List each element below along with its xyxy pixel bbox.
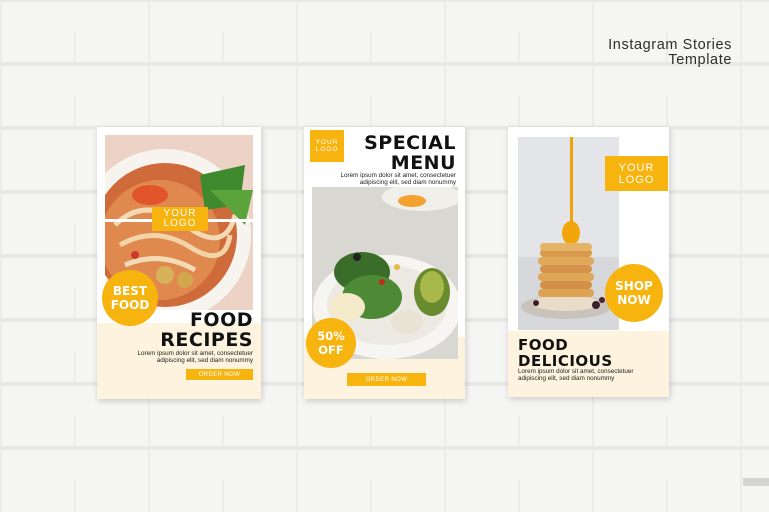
badge-line-2: NOW xyxy=(617,293,651,307)
logo-placeholder: YOUR LOGO xyxy=(152,207,208,231)
discount-badge: 50% OFF xyxy=(306,318,356,368)
card-description: Lorem ipsum dolor sit amet, consectetuer… xyxy=(341,172,457,186)
title-line-1: SPECIAL xyxy=(364,132,456,154)
story-card-food-delicious[interactable]: YOUR LOGO SHOP NOW FOOD DELICIOUS Lorem … xyxy=(508,127,669,397)
title-line-2: DELICIOUS xyxy=(518,352,613,370)
logo-text-line-2: LOGO xyxy=(315,146,339,153)
order-now-button[interactable]: ORDER NOW xyxy=(186,369,253,380)
card-title: FOOD RECIPES xyxy=(160,310,253,350)
card-description: Lorem ipsum dolor sit amet, consectetuer… xyxy=(518,368,634,382)
badge-line-2: OFF xyxy=(318,343,344,357)
heading-line-1: Instagram Stories xyxy=(608,37,732,53)
shop-now-badge[interactable]: SHOP NOW xyxy=(605,264,663,322)
logo-placeholder: YOUR LOGO xyxy=(310,130,344,162)
description-line-2: adipiscing elit, sed diam nonummy xyxy=(156,357,253,364)
order-now-button[interactable]: ORDER NOW xyxy=(347,373,426,386)
title-line-1: FOOD xyxy=(189,309,253,331)
title-line-2: MENU xyxy=(390,152,456,174)
logo-text-line-2: LOGO xyxy=(618,173,655,186)
badge-line-1: SHOP xyxy=(615,279,653,293)
best-food-badge: BEST FOOD xyxy=(102,270,158,326)
brick-line xyxy=(0,446,769,448)
pancake-stack-photo xyxy=(518,137,619,330)
card-title: FOOD DELICIOUS xyxy=(518,337,613,369)
page-heading: Instagram Stories Template xyxy=(608,38,732,68)
heading-line-2: Template xyxy=(668,52,732,68)
logo-text-line-2: LOGO xyxy=(163,218,197,229)
description-line-2: adipiscing elit, sed diam nonummy xyxy=(518,375,615,382)
description-line-1: Lorem ipsum dolor sit amet, consectetuer xyxy=(340,172,457,179)
badge-line-1: 50% xyxy=(317,329,345,343)
logo-text-line-1: YOUR xyxy=(618,161,655,174)
badge-line-2: FOOD xyxy=(110,298,150,312)
card-description: Lorem ipsum dolor sit amet, consectetuer… xyxy=(138,350,254,364)
story-card-food-recipes[interactable]: YOUR LOGO BEST FOOD FOOD RECIPES Lorem i… xyxy=(97,127,261,399)
badge-line-1: BEST xyxy=(112,284,148,298)
card-title: SPECIAL MENU xyxy=(364,133,456,173)
scrollbar-thumb[interactable] xyxy=(743,478,769,486)
description-line-2: adipiscing elit, sed diam nonummy xyxy=(359,179,456,186)
title-line-2: RECIPES xyxy=(160,329,253,351)
logo-text-line-1: YOUR xyxy=(315,139,339,146)
title-line-1: FOOD xyxy=(518,336,569,354)
description-line-1: Lorem ipsum dolor sit amet, consectetuer xyxy=(137,350,254,357)
story-card-special-menu[interactable]: YOUR LOGO SPECIAL MENU Lorem ipsum dolor… xyxy=(304,127,465,399)
logo-placeholder: YOUR LOGO xyxy=(605,156,668,191)
description-line-1: Lorem ipsum dolor sit amet, consectetuer xyxy=(518,368,634,375)
